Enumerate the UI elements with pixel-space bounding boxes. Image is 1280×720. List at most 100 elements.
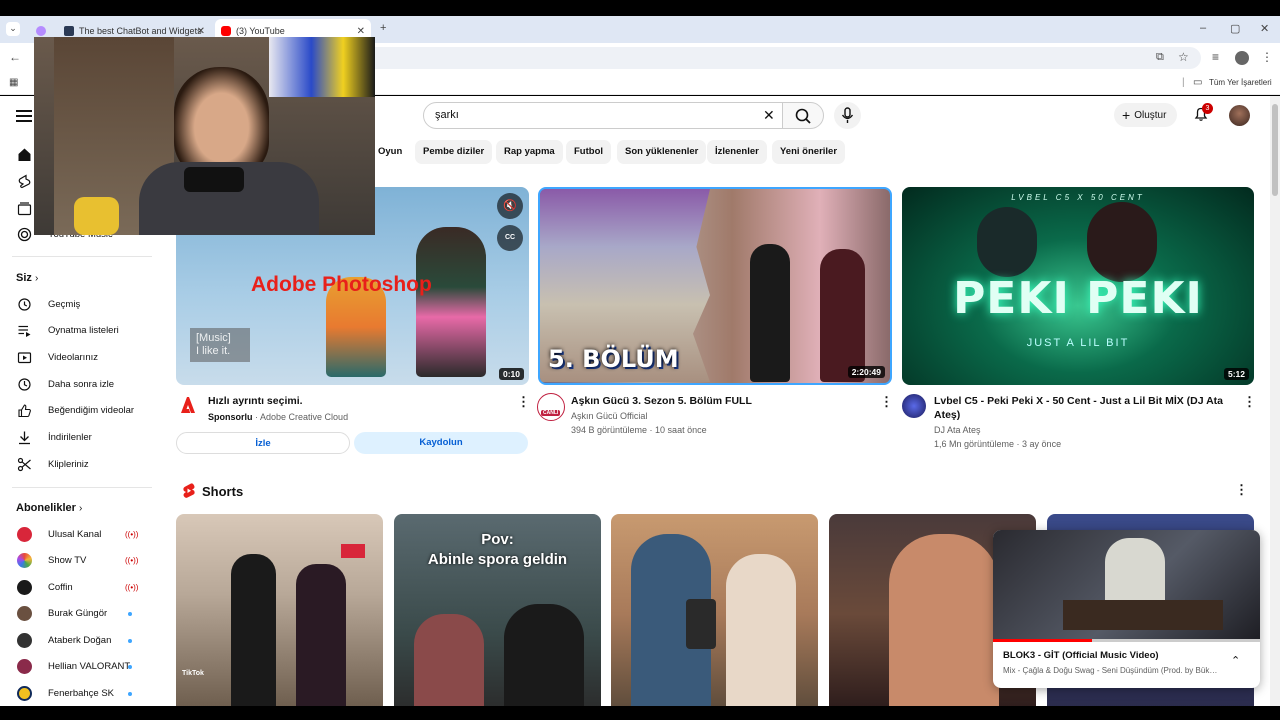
chip-izlenenler[interactable]: İzlenenler [707,140,767,164]
short-card[interactable] [611,514,818,706]
sidebar-item-label: Oynatma listeleri [48,325,119,336]
subscribe-cta-button[interactable]: Kaydolun [354,432,528,454]
mute-icon[interactable]: 🔇 [497,193,523,219]
back-icon[interactable]: ← [9,50,21,64]
miniplayer-video[interactable] [993,530,1260,640]
subscriptions-section-header[interactable]: Abonelikler › [16,502,82,514]
close-window-icon[interactable]: ✕ [1260,22,1269,35]
channel-avatar [17,633,32,648]
subscription-fenerbahce-sk[interactable]: Fenerbahçe SK [0,681,160,706]
channel-name[interactable]: DJ Ata Ateş [934,423,981,437]
search-box[interactable]: şarkı ✕ [423,102,783,129]
watch-button[interactable]: İzle [176,432,350,454]
clear-search-icon[interactable]: ✕ [763,107,775,124]
caption-overlay: [Music] I like it. [190,328,250,362]
video-thumbnail[interactable]: LVBEL C5 X 50 CENT PEKI PEKI JUST A LIL … [902,187,1254,385]
bookmark-star-icon[interactable]: ☆ [1178,50,1189,64]
minimize-icon[interactable]: – [1200,22,1206,34]
ad-title[interactable]: Hızlı ayrıntı seçimi. [208,394,303,408]
subscription-label: Coffin [48,582,73,593]
subscription-label: Ataberk Doğan [48,635,112,646]
sidebar-item-playlists[interactable]: Oynatma listeleri [0,318,160,344]
sidebar-item-your-videos[interactable]: Videolarınız [0,345,160,371]
chip-oyun[interactable]: Oyun [370,140,410,164]
apps-grid-icon[interactable]: ▦ [9,77,18,88]
video-title[interactable]: Lvbel C5 - Peki Peki X - 50 Cent - Just … [934,394,1234,422]
page-scrollbar[interactable] [1270,96,1280,706]
subscription-burak-gungor[interactable]: Burak Güngör [0,601,160,627]
shorts-logo-icon [183,483,195,498]
miniplayer[interactable]: BLOK3 - GİT (Official Music Video) Mix -… [993,530,1260,688]
subscription-label: Burak Güngör [48,608,108,619]
channel-avatar[interactable]: CANLI [537,393,565,421]
short-card[interactable]: Pov: Abinle spora geldin [394,514,601,706]
captions-icon[interactable]: CC [497,225,523,251]
video-meta: 1,6 Mn görüntüleme · 3 ay önce [934,439,1062,449]
account-avatar[interactable] [1229,105,1250,126]
shorts-more-icon[interactable]: ⋮ [1235,482,1248,498]
miniplayer-title[interactable]: BLOK3 - GİT (Official Music Video) [1003,650,1159,661]
hamburger-menu-icon[interactable] [16,110,32,122]
voice-search-button[interactable] [834,102,861,129]
chip-rap-yapma[interactable]: Rap yapma [496,140,563,164]
sidebar-divider [12,487,152,488]
subscription-ataberk-dogan[interactable]: Ataberk Doğan [0,628,160,654]
media-control-icon[interactable]: ≡ [1212,50,1219,64]
scrollbar-thumb[interactable] [1272,104,1278,196]
sidebar-item-watch-later[interactable]: Daha sonra izle [0,372,160,398]
install-app-icon[interactable]: ⧉ [1156,51,1164,64]
chip-yeni-oneriler[interactable]: Yeni öneriler [772,140,846,164]
maximize-icon[interactable]: ▢ [1230,22,1240,35]
more-actions-icon[interactable]: ⋮ [1243,394,1256,410]
chip-futbol[interactable]: Futbol [566,140,612,164]
channel-avatar [17,659,32,674]
sidebar-divider [12,256,152,257]
more-actions-icon[interactable]: ⋮ [517,394,530,410]
new-tab-button[interactable]: + [380,22,386,34]
live-broadcast-icon: ((•)) [125,583,139,592]
sponsored-label: Sponsorlu [208,412,253,422]
person-figure [231,554,276,706]
live-broadcast-icon: ((•)) [125,530,139,539]
youtube-music-icon [17,227,32,242]
all-bookmarks-link[interactable]: Tüm Yer İşaretleri [1209,78,1272,87]
video-thumbnail[interactable]: 5. BÖLÜM 2:20:49 [538,187,892,385]
folder-icon: ▭ [1193,77,1203,88]
close-icon[interactable]: ✕ [197,26,205,37]
advertiser-name[interactable]: Adobe Creative Cloud [260,412,348,422]
browser-menu-icon[interactable]: ⋮ [1261,50,1273,64]
channel-name[interactable]: Aşkın Gücü Official [571,409,647,423]
create-button[interactable]: + Oluştur [1114,103,1178,127]
video-title[interactable]: Aşkın Gücü 3. Sezon 5. Bölüm FULL [571,394,871,408]
channel-avatar[interactable] [902,394,926,418]
live-badge: CANLI [541,410,561,416]
flag-image [341,544,365,558]
subscription-coffin[interactable]: Coffin ((•)) [0,575,160,601]
sidebar-item-liked-videos[interactable]: Beğendiğim videolar [0,398,160,424]
search-button[interactable] [782,102,824,129]
person-figure [750,244,790,382]
sidebar-item-downloads[interactable]: İndirilenler [0,425,160,451]
profile-avatar[interactable] [1235,51,1249,65]
subscription-ulusal-kanal[interactable]: Ulusal Kanal ((•)) [0,522,160,548]
subscription-show-tv[interactable]: Show TV ((•)) [0,548,160,574]
search-input[interactable]: şarkı [435,109,459,121]
sidebar-item-clips[interactable]: Klipleriniz [0,452,160,478]
channel-avatar [17,553,32,568]
person-figure [726,554,796,706]
subscription-hellian-valorant[interactable]: Hellian VALORANT [0,654,160,680]
chip-pembe-diziler[interactable]: Pembe diziler [415,140,493,164]
short-card[interactable]: TikTok [176,514,383,706]
close-icon[interactable]: ✕ [357,26,365,37]
miniplayer-progress-bar[interactable] [993,639,1260,642]
more-actions-icon[interactable]: ⋮ [880,394,893,410]
thumbnail-top-text: LVBEL C5 X 50 CENT [1011,193,1145,202]
person-figure [296,564,346,706]
adobe-logo-icon[interactable] [179,396,197,414]
chip-son-yuklenenler[interactable]: Son yüklenenler [617,140,707,164]
chevron-up-icon[interactable]: ⌃ [1231,654,1240,667]
sidebar-item-history[interactable]: Geçmiş [0,292,160,318]
your-videos-icon [17,352,32,364]
tab-search-button[interactable]: ⌄ [6,22,20,36]
you-section-header[interactable]: Siz › [16,272,38,284]
